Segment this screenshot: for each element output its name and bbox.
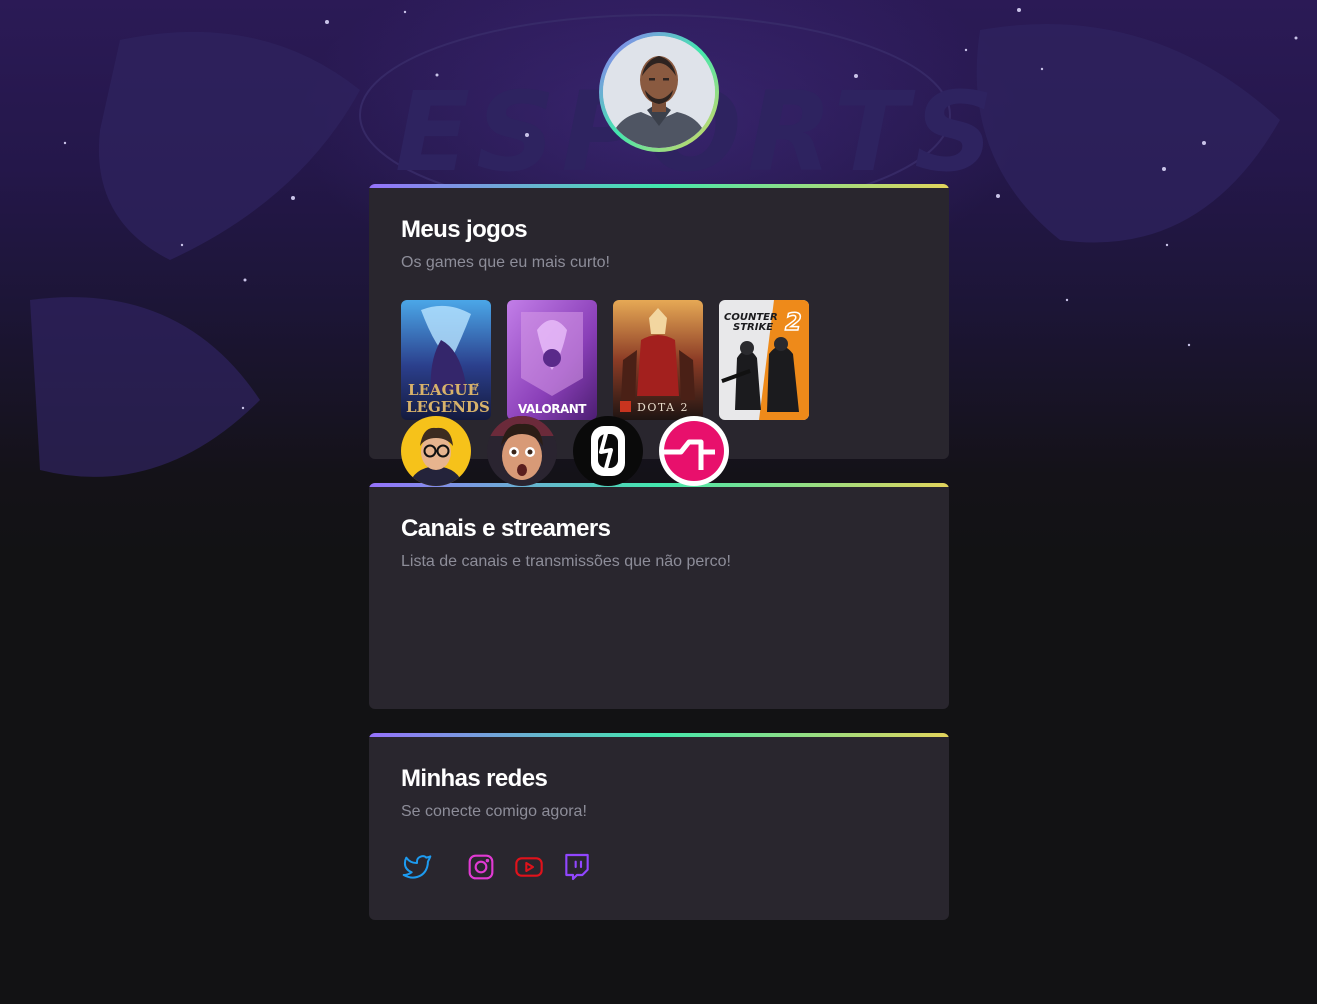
game-dota-2[interactable]: DOTA 2 [613,300,703,420]
game-league-of-legends[interactable]: LEAGUE OF LEGENDS [401,300,491,420]
game-counter-strike-2[interactable]: COUNTER STRIKE 2 [719,300,809,420]
games-card-subtitle: Os games que eu mais curto! [401,254,610,271]
instagram-icon[interactable] [465,851,497,883]
social-card-title: Minhas redes [401,765,548,792]
streamers-card-subtitle: Lista de canais e transmissões que não p… [401,553,731,570]
game-valorant[interactable]: VALORANT [507,300,597,420]
streamer-avatar-1[interactable] [401,416,471,486]
lol-logo-line2: LEGENDS [406,398,490,416]
games-card-title: Meus jogos [401,216,528,243]
streamers-card: Canais e streamers Lista de canais e tra… [369,483,949,709]
twitter-icon[interactable] [401,851,433,883]
lol-logo-of: OF [471,383,480,390]
cs2-logo-line2: STRIKE [733,322,773,333]
profile-photo [603,36,715,148]
streamer-avatar-2[interactable] [487,416,557,486]
streamer-avatar-4[interactable] [659,416,729,486]
lol-logo-line1: LEAGUE [408,381,479,399]
social-card-subtitle: Se conecte comigo agora! [401,803,587,820]
games-card: Meus jogos Os games que eu mais curto! L… [369,184,949,459]
streamers-card-title: Canais e streamers [401,515,611,542]
cs2-logo-number: 2 [785,308,802,336]
dota2-logo: DOTA 2 [637,401,689,414]
profile-avatar [599,32,719,152]
twitch-icon[interactable] [561,851,593,883]
valorant-logo: VALORANT [518,402,587,416]
social-card: Minhas redes Se conecte comigo agora! [369,733,949,920]
streamer-avatar-3[interactable] [573,416,643,486]
youtube-icon[interactable] [513,851,545,883]
